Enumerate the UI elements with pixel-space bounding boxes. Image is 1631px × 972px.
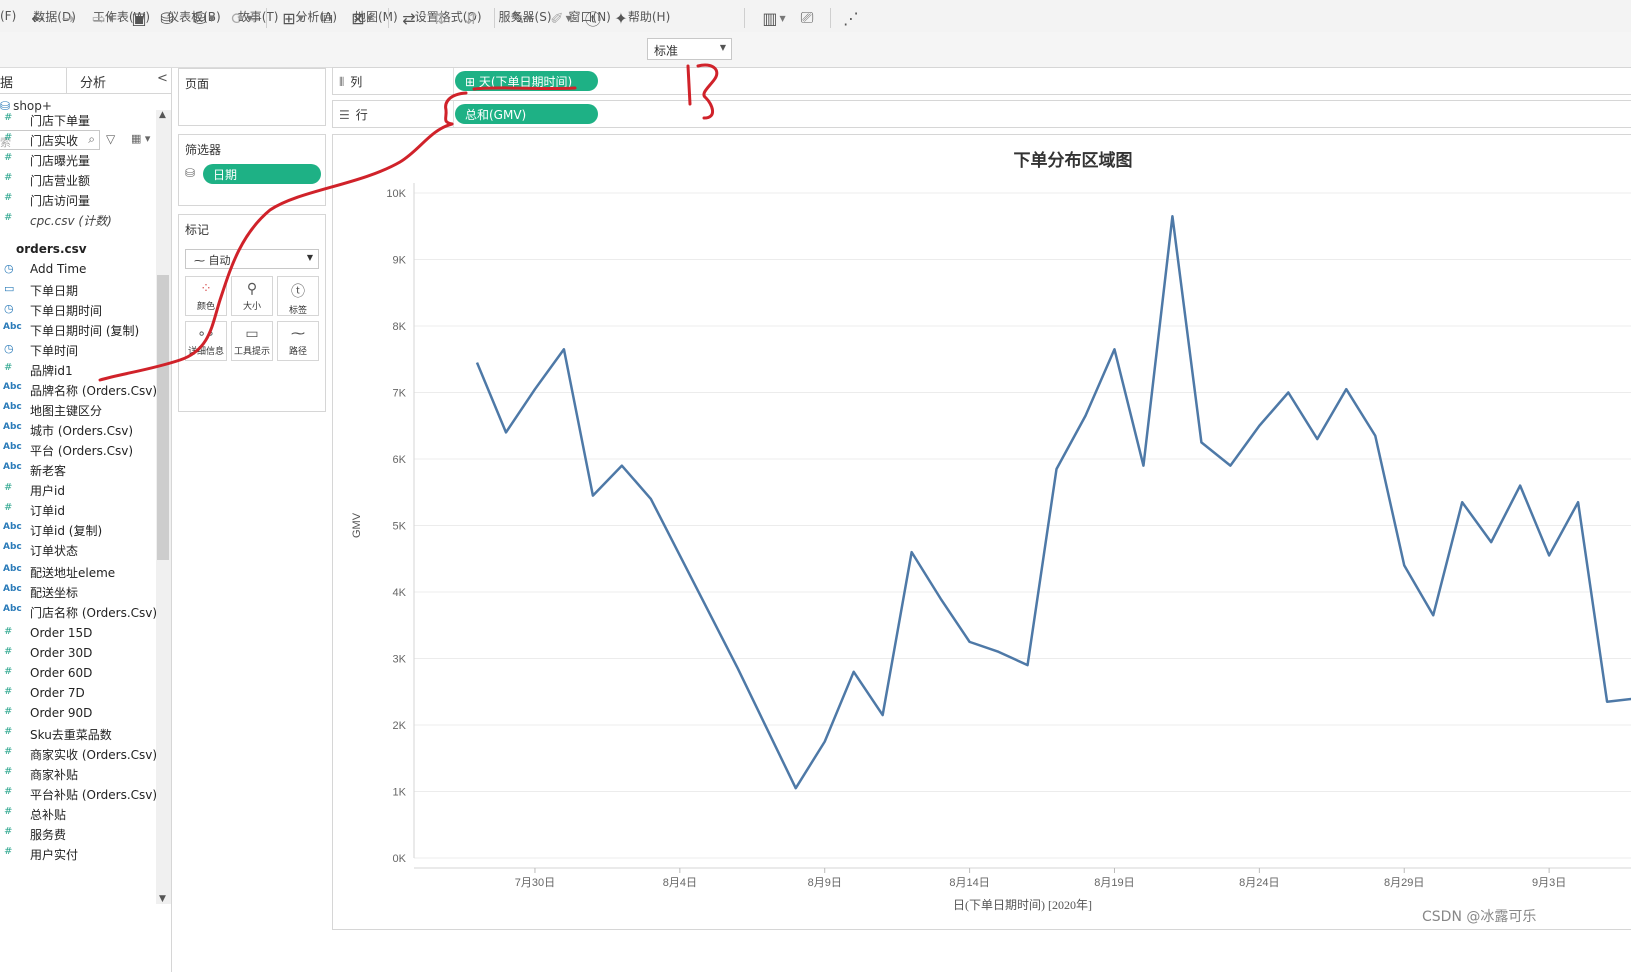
watermark: CSDN @冰露可乐 bbox=[1422, 909, 1537, 925]
annotation-underline bbox=[472, 86, 577, 91]
annotation-digit-1 bbox=[686, 64, 692, 106]
annotation-overlay bbox=[98, 63, 719, 382]
annotation-bracket bbox=[444, 91, 468, 126]
annotation-arrow-curve bbox=[98, 122, 454, 382]
tableau-window: (F) 数据(D) 工作表(W) 仪表板(B) 故事(T) 分析(A) 地图(M) 设置格式(… bbox=[0, 0, 1631, 972]
annotation-digit-2 bbox=[696, 63, 719, 120]
